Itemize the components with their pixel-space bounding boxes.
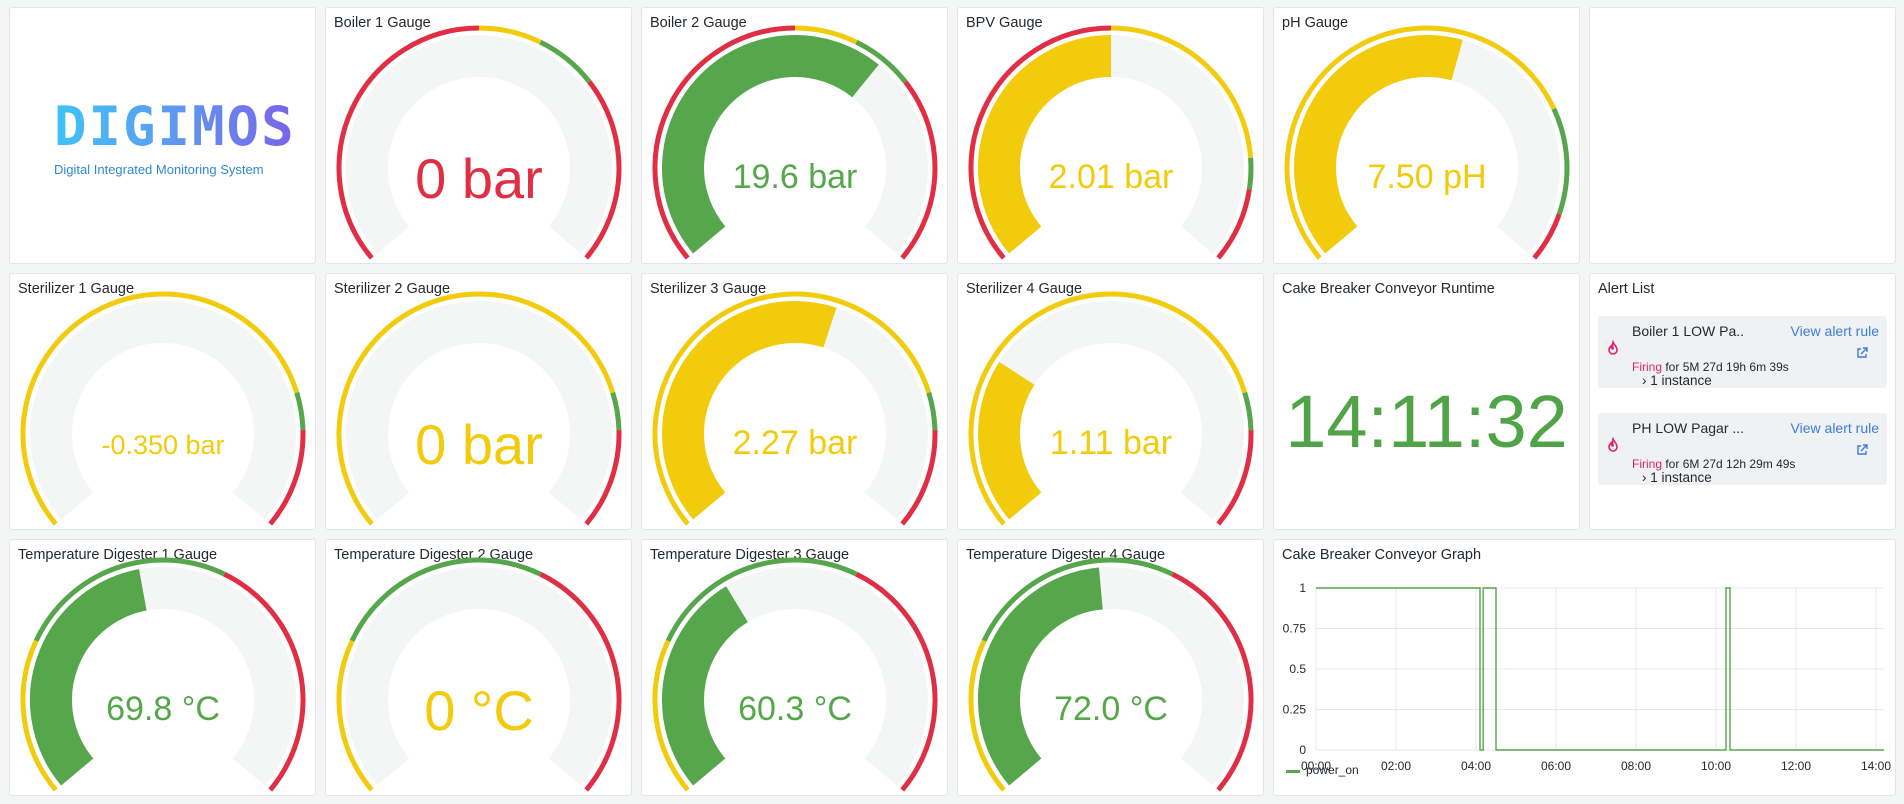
gauge-svg: 1.11 bar: [968, 291, 1254, 526]
gauge-panel-temp-digester-4[interactable]: Temperature Digester 4 Gauge 72.0 °C: [957, 539, 1264, 796]
gauge-svg: 19.6 bar: [652, 25, 938, 260]
alert-name: Boiler 1 LOW Pa...: [1632, 323, 1744, 339]
y-tick-label: 1: [1299, 581, 1306, 595]
instances-toggle[interactable]: › 1 instance: [1642, 470, 1712, 485]
gauge-svg: 7.50 pH: [1284, 25, 1570, 260]
runtime-value: 14:11:32: [1285, 380, 1568, 463]
alert-duration: for 6M 27d 12h 29m 49s: [1662, 457, 1796, 471]
gauge-panel-boiler-1[interactable]: Boiler 1 Gauge 0 bar: [325, 7, 632, 264]
alert-item[interactable]: Boiler 1 LOW Pa... View alert rule Firin…: [1598, 316, 1887, 388]
gauge-panel-boiler-2[interactable]: Boiler 2 Gauge 19.6 bar: [641, 7, 948, 264]
alert-status: Firing for 5M 27d 19h 6m 39s: [1632, 360, 1789, 374]
gauge-value-arc: [662, 301, 837, 520]
gauge-value: 69.8 °C: [106, 690, 220, 728]
view-alert-rule-link[interactable]: View alert rule: [1791, 323, 1879, 339]
view-alert-rule-link[interactable]: View alert rule: [1791, 420, 1879, 436]
y-tick-label: 0: [1299, 743, 1306, 757]
alert-state: Firing: [1632, 457, 1663, 471]
gauge-threshold-arc: [1246, 157, 1254, 190]
gauge-threshold-arc: [926, 391, 938, 431]
x-tick-label: 10:00: [1701, 759, 1731, 773]
gauge-panel-temp-digester-2[interactable]: Temperature Digester 2 Gauge 0 °C: [325, 539, 632, 796]
gauge-value: 2.27 bar: [733, 424, 858, 462]
gauge-track: [30, 301, 296, 520]
gauge-value: 2.01 bar: [1049, 158, 1174, 196]
gauge-panel-bpv[interactable]: BPV Gauge 2.01 bar: [957, 7, 1264, 264]
conveyor-line-chart[interactable]: 00.250.50.75100:00 02:00 04:00 06:00 08:00 10…: [1274, 572, 1896, 787]
gauge-svg: 69.8 °C: [20, 557, 306, 792]
gauge-panel-sterilizer-2[interactable]: Sterilizer 2 Gauge 0 bar: [325, 273, 632, 530]
y-tick-label: 0.25: [1283, 703, 1307, 717]
gauge-svg: 2.27 bar: [652, 291, 938, 526]
gauge-value: 0 bar: [415, 413, 543, 476]
gauge-track: [978, 301, 1244, 520]
external-link-icon[interactable]: [1855, 346, 1869, 360]
gauge-svg: 72.0 °C: [968, 557, 1254, 792]
panel-title: Alert List: [1598, 281, 1655, 297]
x-tick-label: 14:00: [1861, 759, 1891, 773]
instances-toggle[interactable]: › 1 instance: [1642, 373, 1712, 388]
gauge-threshold-arc: [1242, 391, 1254, 431]
gauge-panel-sterilizer-3[interactable]: Sterilizer 3 Gauge 2.27 bar: [641, 273, 948, 530]
alert-duration: for 5M 27d 19h 6m 39s: [1662, 360, 1789, 374]
legend-swatch: [1286, 770, 1300, 773]
gauge-svg: 0 bar: [336, 291, 622, 526]
empty-panel: [1589, 7, 1896, 264]
gauge-value-arc: [978, 567, 1104, 786]
alert-state: Firing: [1632, 360, 1663, 374]
gauge-panel-ph[interactable]: pH Gauge 7.50 pH: [1273, 7, 1580, 264]
gauge-panel-temp-digester-3[interactable]: Temperature Digester 3 Gauge 60.3 °C: [641, 539, 948, 796]
x-tick-label: 12:00: [1781, 759, 1811, 773]
gauge-value: 19.6 bar: [733, 158, 858, 196]
gauge-panel-sterilizer-1[interactable]: Sterilizer 1 Gauge -0.350 bar: [9, 273, 316, 530]
gauge-value-arc: [662, 35, 879, 254]
gauge-value-arc: [978, 35, 1112, 254]
x-tick-label: 04:00: [1461, 759, 1491, 773]
gauge-value: -0.350 bar: [101, 430, 224, 460]
runtime-panel[interactable]: Cake Breaker Conveyor Runtime 14:11:32: [1273, 273, 1580, 530]
gauge-svg: 0 °C: [336, 557, 622, 792]
panel-title: Cake Breaker Conveyor Runtime: [1282, 281, 1495, 297]
logo-word: DIGIMOS: [54, 95, 296, 158]
gauge-value: 60.3 °C: [738, 690, 852, 728]
gauge-svg: -0.350 bar: [20, 291, 306, 526]
fire-icon: [1608, 340, 1618, 355]
alert-status: Firing for 6M 27d 12h 29m 49s: [1632, 457, 1795, 471]
gauge-value-arc: [662, 586, 749, 786]
gauge-value-arc: [1294, 35, 1463, 254]
gauge-threshold-arc: [294, 391, 306, 431]
gauge-svg: 0 bar: [336, 25, 622, 260]
gauge-panel-sterilizer-4[interactable]: Sterilizer 4 Gauge 1.11 bar: [957, 273, 1264, 530]
gauge-value: 7.50 pH: [1367, 158, 1486, 196]
gauge-value: 0 bar: [415, 147, 543, 210]
gauge-svg: 2.01 bar: [968, 25, 1254, 260]
x-tick-label: 02:00: [1381, 759, 1411, 773]
logo-subtitle: Digital Integrated Monitoring System: [54, 162, 264, 177]
gauge-value-arc: [978, 361, 1042, 520]
digimos-logo: DIGIMOS Digital Integrated Monitoring Sy…: [10, 8, 315, 263]
gauge-panel-temp-digester-1[interactable]: Temperature Digester 1 Gauge 69.8 °C: [9, 539, 316, 796]
panel-title: Cake Breaker Conveyor Graph: [1282, 547, 1482, 563]
y-tick-label: 0.5: [1289, 662, 1306, 676]
gauge-value: 72.0 °C: [1054, 690, 1168, 728]
gauge-value-arc: [30, 569, 148, 786]
legend-label[interactable]: power_on: [1306, 763, 1359, 777]
x-tick-label: 06:00: [1541, 759, 1571, 773]
y-tick-label: 0.75: [1283, 622, 1307, 636]
x-tick-label: 08:00: [1621, 759, 1651, 773]
logo-panel: DIGIMOS Digital Integrated Monitoring Sy…: [9, 7, 316, 264]
gauge-svg: 60.3 °C: [652, 557, 938, 792]
alert-item[interactable]: PH LOW Pagar ... View alert rule Firing …: [1598, 413, 1887, 485]
fire-icon: [1608, 437, 1618, 452]
gauge-threshold-arc: [610, 391, 622, 431]
gauge-value: 1.11 bar: [1050, 424, 1172, 462]
alert-list-panel[interactable]: Alert List Boiler 1 LOW Pa... View alert…: [1589, 273, 1896, 530]
conveyor-graph-panel[interactable]: Cake Breaker Conveyor Graph 0 0.25 0.5 0.75…: [1273, 539, 1896, 796]
alert-name: PH LOW Pagar ...: [1632, 420, 1744, 436]
gauge-value: 0 °C: [424, 679, 534, 742]
external-link-icon[interactable]: [1855, 443, 1869, 457]
